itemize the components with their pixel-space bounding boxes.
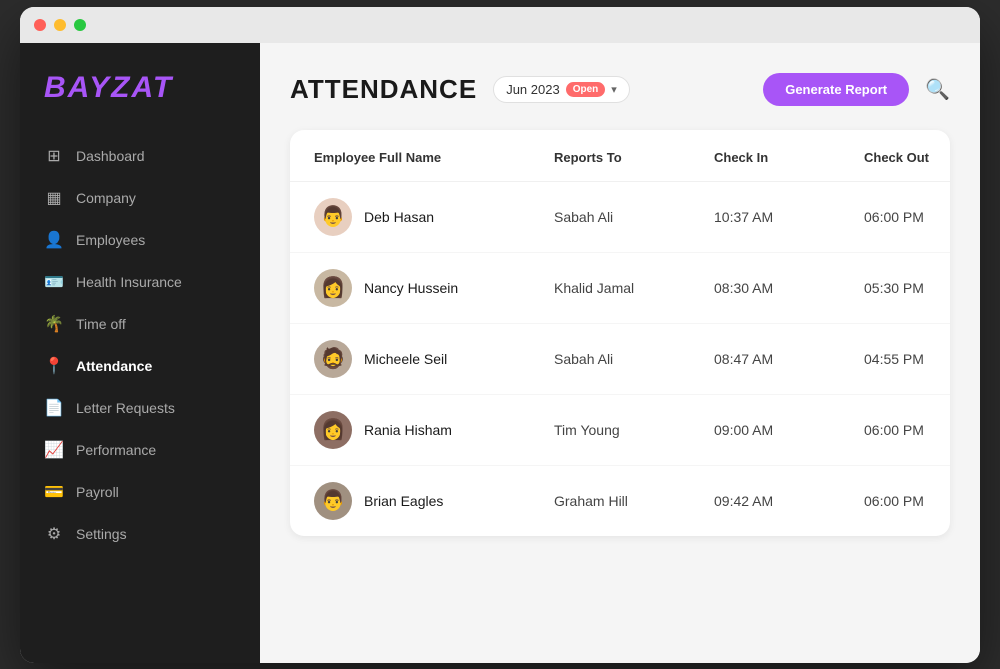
sidebar-item-label: Payroll [76,484,119,500]
company-icon: ▦ [44,188,64,208]
date-label: Jun 2023 [506,82,560,97]
time-off-icon: 🌴 [44,314,64,334]
avatar: 👩 [314,411,352,449]
sidebar: BAYZAT ⊞ Dashboard ▦ Company 👤 Employees 🪪 Heal… [20,43,260,663]
sidebar-item-label: Time off [76,316,126,332]
reports-to-cell: Sabah Ali [554,351,714,367]
table-row: 👨Deb HasanSabah Ali10:37 AM06:00 PM07:23 [290,182,950,253]
avatar: 👨 [314,198,352,236]
reports-to-cell: Sabah Ali [554,209,714,225]
check-in-cell: 08:30 AM [714,280,864,296]
employee-cell: 🧔 Micheele Seil [314,340,554,378]
check-out-cell: 05:30 PM [864,280,950,296]
employee-cell: 👨 Brian Eagles [314,482,554,520]
table-row: 👩Rania HishamTim Young09:00 AM06:00 PM09… [290,395,950,466]
sidebar-item-label: Performance [76,442,156,458]
col-header-check_in: Check In [714,150,864,165]
nav: ⊞ Dashboard ▦ Company 👤 Employees 🪪 Health Insu… [20,135,260,555]
col-header-name: Employee Full Name [314,150,554,165]
maximize-dot[interactable] [74,19,86,31]
logo: BAYZAT [20,71,260,135]
reports-to-cell: Khalid Jamal [554,280,714,296]
reports-to-cell: Tim Young [554,422,714,438]
col-header-reports_to: Reports To [554,150,714,165]
table-row: 🧔Micheele SeilSabah Ali08:47 AM04:55 PM0… [290,324,950,395]
attendance-table: Employee Full NameReports ToCheck InChec… [290,130,950,536]
letter-requests-icon: 📄 [44,398,64,418]
sidebar-item-label: Company [76,190,136,206]
settings-icon: ⚙ [44,524,64,544]
main-content: ATTENDANCE Jun 2023 Open ▾ Generate Repo… [260,43,980,663]
check-out-cell: 06:00 PM [864,209,950,225]
sidebar-item-performance[interactable]: 📈 Performance [20,429,260,471]
employee-name: Rania Hisham [364,422,452,438]
employee-cell: 👩 Nancy Hussein [314,269,554,307]
sidebar-item-label: Employees [76,232,145,248]
employee-cell: 👩 Rania Hisham [314,411,554,449]
employee-name: Deb Hasan [364,209,434,225]
employee-cell: 👨 Deb Hasan [314,198,554,236]
avatar: 👩 [314,269,352,307]
sidebar-item-label: Dashboard [76,148,145,164]
status-badge: Open [566,82,606,97]
check-out-cell: 04:55 PM [864,351,950,367]
sidebar-item-settings[interactable]: ⚙ Settings [20,513,260,555]
sidebar-item-dashboard[interactable]: ⊞ Dashboard [20,135,260,177]
sidebar-item-health-insurance[interactable]: 🪪 Health Insurance [20,261,260,303]
sidebar-item-time-off[interactable]: 🌴 Time off [20,303,260,345]
app-layout: BAYZAT ⊞ Dashboard ▦ Company 👤 Employees 🪪 Heal… [20,43,980,663]
sidebar-item-label: Letter Requests [76,400,175,416]
close-dot[interactable] [34,19,46,31]
sidebar-item-payroll[interactable]: 💳 Payroll [20,471,260,513]
page-title: ATTENDANCE [290,74,477,105]
dashboard-icon: ⊞ [44,146,64,166]
titlebar [20,7,980,43]
sidebar-item-label: Settings [76,526,127,542]
employee-name: Nancy Hussein [364,280,458,296]
check-out-cell: 06:00 PM [864,422,950,438]
sidebar-item-letter-requests[interactable]: 📄 Letter Requests [20,387,260,429]
chevron-down-icon: ▾ [611,83,617,96]
employee-name: Micheele Seil [364,351,447,367]
sidebar-item-attendance[interactable]: 📍 Attendance [20,345,260,387]
check-out-cell: 06:00 PM [864,493,950,509]
avatar: 👨 [314,482,352,520]
reports-to-cell: Graham Hill [554,493,714,509]
health-insurance-icon: 🪪 [44,272,64,292]
sidebar-item-label: Attendance [76,358,152,374]
minimize-dot[interactable] [54,19,66,31]
top-bar: ATTENDANCE Jun 2023 Open ▾ Generate Repo… [290,73,950,106]
employees-icon: 👤 [44,230,64,250]
avatar: 🧔 [314,340,352,378]
table-row: 👨 Brian Eagles Graham Hill09:42 AM06:00 PM… [290,466,950,536]
payroll-icon: 💳 [44,482,64,502]
search-icon: 🔍 [925,79,950,101]
col-header-check_out: Check Out [864,150,950,165]
generate-report-button[interactable]: Generate Report [763,73,909,106]
table-body: 👨Deb HasanSabah Ali10:37 AM06:00 PM07:23… [290,182,950,536]
sidebar-item-employees[interactable]: 👤 Employees [20,219,260,261]
attendance-icon: 📍 [44,356,64,376]
sidebar-item-company[interactable]: ▦ Company [20,177,260,219]
sidebar-item-label: Health Insurance [76,274,182,290]
check-in-cell: 09:00 AM [714,422,864,438]
check-in-cell: 09:42 AM [714,493,864,509]
table-header: Employee Full NameReports ToCheck InChec… [290,130,950,182]
check-in-cell: 08:47 AM [714,351,864,367]
employee-name: Brian Eagles [364,493,443,509]
performance-icon: 📈 [44,440,64,460]
table-row: 👩 Nancy Hussein Khalid Jamal08:30 AM05:30 … [290,253,950,324]
app-window: BAYZAT ⊞ Dashboard ▦ Company 👤 Employees 🪪 Heal… [20,7,980,663]
search-button[interactable]: 🔍 [925,77,950,102]
date-filter[interactable]: Jun 2023 Open ▾ [493,76,630,103]
check-in-cell: 10:37 AM [714,209,864,225]
